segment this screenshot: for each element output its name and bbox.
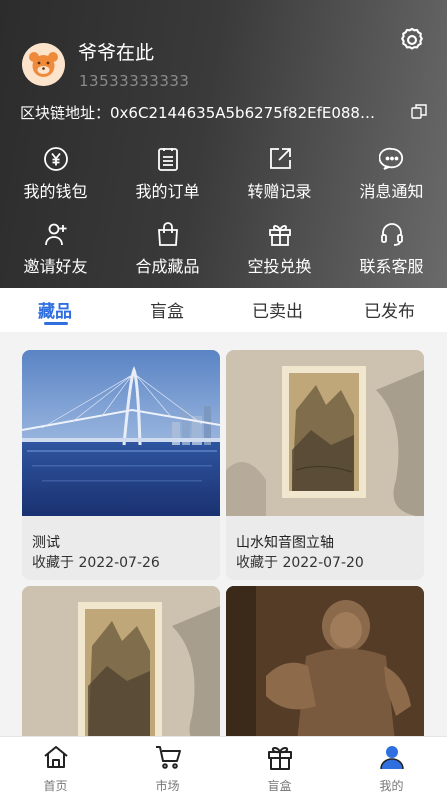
message-icon (378, 147, 403, 170)
action-label: 联系客服 (359, 257, 424, 276)
avatar[interactable] (22, 43, 65, 86)
user-icon (379, 746, 404, 770)
action-orders[interactable]: 我的订单 (112, 142, 223, 202)
collection-card[interactable]: 测试 收藏于 2022-07-26 (22, 350, 220, 580)
scroll-painting-image (226, 350, 424, 516)
username: 爷爷在此 (78, 42, 155, 64)
action-invite[interactable]: 邀请好友 (0, 217, 111, 277)
nav-label: 我的 (379, 779, 404, 793)
tab-blind-box[interactable]: 盲盒 (150, 297, 184, 322)
transfer-icon (269, 148, 291, 169)
tab-collections[interactable]: 藏品 (38, 297, 72, 322)
statue-image (226, 586, 424, 736)
gear-icon[interactable] (398, 26, 426, 54)
collection-card[interactable]: 山水知音图立轴 收藏于 2022-07-20 (226, 350, 424, 580)
action-transfer[interactable]: 转赠记录 (224, 142, 335, 202)
gift-box-icon (267, 746, 292, 770)
nav-label: 盲盒 (267, 779, 292, 793)
collection-date: 收藏于 2022-07-20 (236, 555, 364, 571)
bridge-image (22, 350, 220, 516)
action-wallet[interactable]: 我的钱包 (0, 142, 111, 202)
nav-home[interactable]: 首页 (0, 743, 111, 794)
compose-icon (157, 222, 178, 246)
collection-grid: 测试 收藏于 2022-07-26 山水知音图立轴 收藏于 2022-07-20 (0, 332, 447, 736)
copy-icon[interactable] (410, 102, 428, 120)
action-label: 邀请好友 (23, 257, 88, 276)
tab-sold[interactable]: 已卖出 (252, 297, 303, 322)
profile-page: 爷爷在此 13533333333 区块链地址：0x6C2144635A5b627… (0, 0, 447, 796)
action-compose[interactable]: 合成藏品 (112, 217, 223, 277)
collection-tabs: 藏品 盲盒 已卖出 已发布 (0, 288, 447, 332)
gift-icon (268, 225, 291, 246)
collection-date: 收藏于 2022-07-26 (32, 555, 160, 571)
action-label: 我的钱包 (23, 182, 88, 201)
home-icon (43, 746, 68, 768)
invite-icon (44, 223, 66, 246)
nav-blind-box[interactable]: 盲盒 (224, 743, 335, 794)
collection-card[interactable] (22, 586, 220, 736)
bottom-nav: 首页 市场 盲盒 我的 (0, 736, 447, 796)
headset-icon (380, 223, 403, 246)
chain-address: 区块链地址：0x6C2144635A5b6275f82EfE0886... (20, 104, 380, 122)
nav-market[interactable]: 市场 (112, 743, 223, 794)
action-label: 合成藏品 (135, 257, 200, 276)
collection-title: 测试 (32, 535, 60, 551)
collection-title: 山水知音图立轴 (236, 535, 334, 551)
action-airdrop[interactable]: 空投兑换 (224, 217, 335, 277)
action-label: 空投兑换 (247, 257, 312, 276)
action-label: 我的订单 (135, 182, 200, 201)
action-support[interactable]: 联系客服 (336, 217, 447, 277)
action-label: 转赠记录 (247, 182, 312, 201)
action-messages[interactable]: 消息通知 (336, 142, 447, 202)
scroll-painting-image (22, 586, 220, 736)
tab-published[interactable]: 已发布 (364, 297, 415, 322)
wallet-icon (43, 147, 68, 171)
nav-mine[interactable]: 我的 (336, 743, 447, 794)
nav-label: 首页 (43, 779, 68, 793)
phone-number: 13533333333 (79, 72, 190, 90)
action-grid: 我的钱包 我的订单 转赠记录 消息通知 邀请好友 合成藏品 空投兑换 联系客服 (0, 140, 447, 280)
order-icon (157, 148, 178, 171)
cart-icon (155, 746, 181, 769)
action-label: 消息通知 (359, 182, 424, 201)
nav-label: 市场 (155, 779, 180, 793)
active-tab-indicator (44, 322, 68, 325)
collection-card[interactable] (226, 586, 424, 736)
profile-header: 爷爷在此 13533333333 区块链地址：0x6C2144635A5b627… (0, 0, 447, 288)
